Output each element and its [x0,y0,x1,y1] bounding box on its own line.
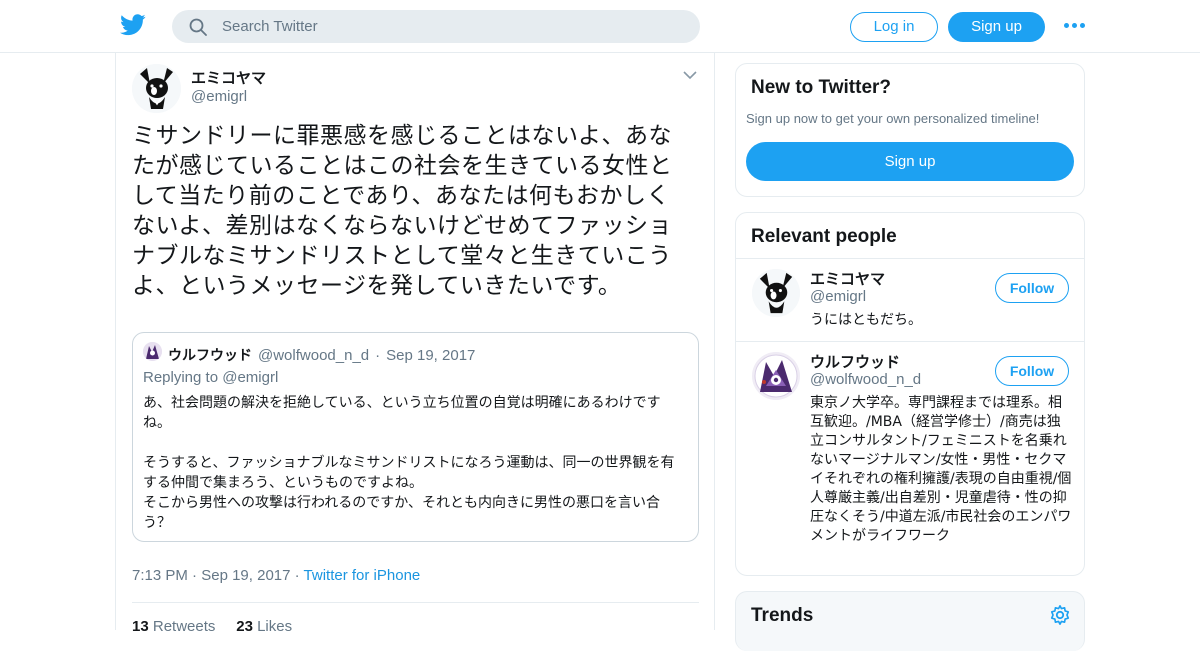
search-icon [189,18,207,36]
new-to-twitter-title: New to Twitter? [751,77,892,98]
author-avatar[interactable] [132,64,181,113]
likes-count: 23 [236,618,253,635]
trends-title: Trends [751,605,814,626]
signup-button[interactable]: Sign up [948,12,1045,42]
person-bio: うにはともだち。 [810,312,922,328]
search-box[interactable] [172,10,700,43]
new-to-twitter-subtitle: Sign up now to get your own personalized… [746,111,1040,126]
divider [736,341,1084,342]
login-button[interactable]: Log in [850,12,938,42]
retweets-count: 13 [132,618,149,635]
quoted-tweet-text: あ、社会問題の解決を拒絶している、という立ち位置の自覚は明確にあるわけですね。 … [143,395,675,531]
divider [736,258,1084,259]
person-avatar[interactable] [752,269,800,317]
top-navigation-bar: Log in Sign up [0,0,1200,53]
person-avatar[interactable] [752,352,800,400]
wolf-avatar-icon [752,352,800,400]
new-to-twitter-card: New to Twitter? Sign up now to get your … [735,63,1085,197]
author-handle[interactable]: @emigrl [191,88,247,105]
trends-card: Trends [735,591,1085,651]
person-name[interactable]: エミコヤマ [810,268,885,289]
quoted-date[interactable]: Sep 19, 2017 [386,347,475,364]
retweets-stat[interactable]: 13 Retweets [132,618,215,635]
retweets-label: Retweets [152,618,216,635]
meta-separator: · [294,567,300,584]
wolf-avatar-icon [143,342,162,361]
replying-to: Replying to @emigrl [143,369,278,386]
tweet-metadata: 7:13 PM · Sep 19, 2017 · Twitter for iPh… [132,567,420,584]
relevant-people-title: Relevant people [751,226,897,247]
person-bio: 東京ノ大学卒。専門課程までは理系。相互歓迎。/MBA（経営学修士）/商売は独立コ… [810,395,1072,544]
quoted-author-avatar [143,342,162,361]
tweet-stats: 13 Retweets 23 Likes [132,618,292,635]
follow-button[interactable]: Follow [995,273,1069,303]
divider [132,602,699,603]
tweet-time[interactable]: 7:13 PM [132,567,188,584]
tweet-date[interactable]: Sep 19, 2017 [201,567,290,584]
chevron-down-icon[interactable] [683,70,697,80]
author-name[interactable]: エミコヤマ [191,67,266,88]
quoted-tweet[interactable]: ウルフウッド @wolfwood_n_d · Sep 19, 2017 Replyin… [132,332,699,542]
gear-icon[interactable] [1049,604,1071,626]
search-input[interactable] [222,10,682,43]
tweet-permalink: エミコヤマ @emigrl ミサンドリーに罪悪感を感じることはないよ、あなたが感… [115,53,715,635]
tweet-source-link[interactable]: Twitter for iPhone [304,567,421,584]
person-handle[interactable]: @wolfwood_n_d [810,371,921,388]
relevant-people-card: Relevant people エミコヤマ @emigrl Follow うには… [735,212,1085,576]
quoted-header: ウルフウッド @wolfwood_n_d · Sep 19, 2017 [168,345,475,365]
person-handle[interactable]: @emigrl [810,288,866,305]
likes-label: Likes [257,618,293,635]
quoted-separator: · [375,347,381,364]
chihuahua-avatar-icon [752,269,800,317]
sidebar-signup-button[interactable]: Sign up [746,142,1074,181]
quoted-author-name[interactable]: ウルフウッド [168,348,252,364]
twitter-bird-icon[interactable] [120,14,146,36]
replying-to-label: Replying to [143,369,219,386]
tweet-text: ミサンドリーに罪悪感を感じることはないよ、あなたが感じていることはこの社会を生き… [132,123,673,299]
likes-stat[interactable]: 23 Likes [236,618,292,635]
chihuahua-avatar-icon [132,64,181,113]
follow-button[interactable]: Follow [995,356,1069,386]
person-name[interactable]: ウルフウッド [810,351,900,372]
more-dots-icon[interactable] [1064,19,1086,35]
replying-to-handle[interactable]: @emigrl [222,369,278,386]
meta-separator: · [192,567,198,584]
quoted-author-handle[interactable]: @wolfwood_n_d [258,347,369,364]
